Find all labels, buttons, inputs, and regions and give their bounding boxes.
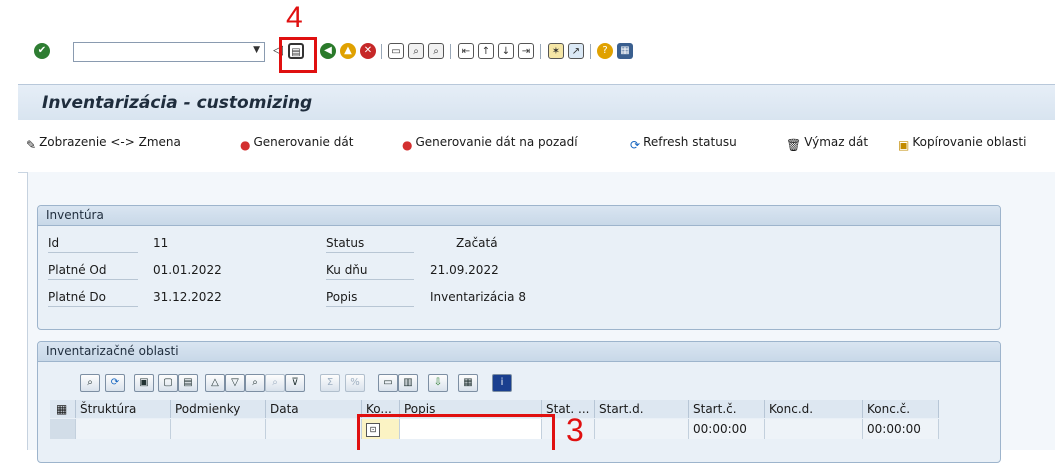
step-4-label: 4 [286,1,303,34]
table-cell-podmienky[interactable] [171,419,266,439]
table-cell-end-date[interactable] [765,419,863,439]
export-icon[interactable]: ⇩ [428,374,448,392]
execute-icon: ● [240,138,251,152]
refresh-icon: ⟳ [630,138,641,152]
row-selector[interactable] [50,419,76,439]
separator [590,44,591,59]
label-underline [48,252,138,253]
separator [540,44,541,59]
label-underline [326,279,414,280]
trash-icon: 🗑 [786,138,802,152]
label-underline [48,306,138,307]
pencil-glasses-icon: ✎ [26,138,37,152]
label-underline [326,306,414,307]
first-page-icon[interactable]: ⇤ [458,43,474,59]
valid-to-value: 31.12.2022 [153,290,222,304]
save-highlight-box [279,37,317,73]
info-icon[interactable]: i [492,374,512,392]
generate-background-button[interactable]: ● Generovanie dát na pozadí [402,135,578,152]
generate-data-button[interactable]: ● Generovanie dát [240,135,353,152]
find-icon[interactable]: ⌕ [245,374,265,392]
id-value: 11 [153,236,169,250]
subtotal-icon: % [345,374,365,392]
as-of-date-value: 21.09.2022 [430,263,499,277]
table-cell-struktura[interactable] [76,419,171,439]
column-header[interactable]: Data [266,400,362,418]
exit-icon[interactable]: ▲ [340,43,356,59]
layout-icon[interactable]: ▦ [617,43,633,59]
refresh-status-button[interactable]: ⟳ Refresh statusu [630,135,737,152]
chevron-down-icon[interactable]: ▼ [253,45,260,55]
label-underline [48,279,138,280]
application-toolbar: ✎ Zobrazenie <-> Zmena ● Generovanie dát ●… [18,120,1055,173]
description-value: Inventarizácia 8 [430,290,526,304]
separator [450,44,451,59]
title-bar: Inventarizácia - customizing [18,84,1055,121]
column-header[interactable]: Start.č. [689,400,765,418]
enter-icon[interactable]: ✔ [34,43,50,59]
table-cell-end-time[interactable]: 00:00:00 [863,419,939,439]
copy-area-button[interactable]: ▣ Kopírovanie oblasti [898,135,1026,152]
find-next-icon: ⌕ [265,374,285,392]
shortcut-icon[interactable]: ↗ [568,43,584,59]
field-highlight-box [357,414,555,450]
filter-icon[interactable]: ⊽ [285,374,305,392]
previous-page-icon[interactable]: ↑ [478,43,494,59]
step-3-label: 3 [566,412,584,448]
cancel-icon[interactable]: ✕ [360,43,376,59]
column-header[interactable]: Konc.č. [863,400,939,418]
next-page-icon[interactable]: ↓ [498,43,514,59]
copy-icon: ▣ [898,138,910,152]
description-label: Popis [326,290,358,304]
help-icon[interactable]: ? [597,43,613,59]
row-selector-header[interactable]: ▦ [50,400,76,418]
table-cell-start-time[interactable]: 00:00:00 [689,419,765,439]
page-title: Inventarizácia - customizing [42,93,313,113]
toggle-display-change-button[interactable]: ✎ Zobrazenie <-> Zmena [26,135,181,152]
sort-ascending-icon[interactable]: △ [205,374,225,392]
column-header[interactable]: Konc.d. [765,400,863,418]
column-header[interactable]: Štruktúra [76,400,171,418]
column-header[interactable]: Start.d. [595,400,689,418]
layout-grid-icon[interactable]: ▦ [458,374,478,392]
status-value: Začatá [456,236,498,250]
last-page-icon[interactable]: ⇥ [518,43,534,59]
delete-row-icon[interactable]: ▤ [178,374,198,392]
table-cell-data[interactable] [266,419,362,439]
back-icon[interactable]: ◀ [320,43,336,59]
new-row-icon[interactable]: ▢ [158,374,178,392]
command-field[interactable]: ▼ [73,42,265,62]
system-toolbar: ✔ ▼ ◁ ▤ ◀ ▲ ✕ ▭ ⌕ ⌕ ⇤ ↑ ↓ ⇥ ✶ ↗ ? ▦ [18,34,1055,76]
table-cell-start-date[interactable] [595,419,689,439]
details-icon[interactable]: ⌕ [80,374,100,392]
sort-descending-icon[interactable]: ▽ [225,374,245,392]
find-next-icon[interactable]: ⌕ [428,43,444,59]
valid-from-value: 01.01.2022 [153,263,222,277]
column-header[interactable]: Podmienky [171,400,266,418]
new-session-icon[interactable]: ✶ [548,43,564,59]
valid-to-label: Platné Do [48,290,107,304]
group-title: Inventarizačné oblasti [38,342,1000,362]
separator [381,44,382,59]
delete-data-button[interactable]: 🗑 Výmaz dát [786,135,868,152]
group-title: Inventúra [38,206,1000,226]
paste-icon[interactable]: ▣ [134,374,154,392]
print-preview-icon[interactable]: ▭ [378,374,398,392]
as-of-date-label: Ku dňu [326,263,368,277]
valid-from-label: Platné Od [48,263,107,277]
status-label: Status [326,236,365,250]
views-icon[interactable]: ▥ [398,374,418,392]
print-icon[interactable]: ▭ [388,43,404,59]
find-icon[interactable]: ⌕ [408,43,424,59]
execute-background-icon: ● [402,138,413,152]
sum-icon: Σ [320,374,340,392]
label-underline [326,252,414,253]
refresh-icon[interactable]: ⟳ [105,374,125,392]
id-label: Id [48,236,60,250]
